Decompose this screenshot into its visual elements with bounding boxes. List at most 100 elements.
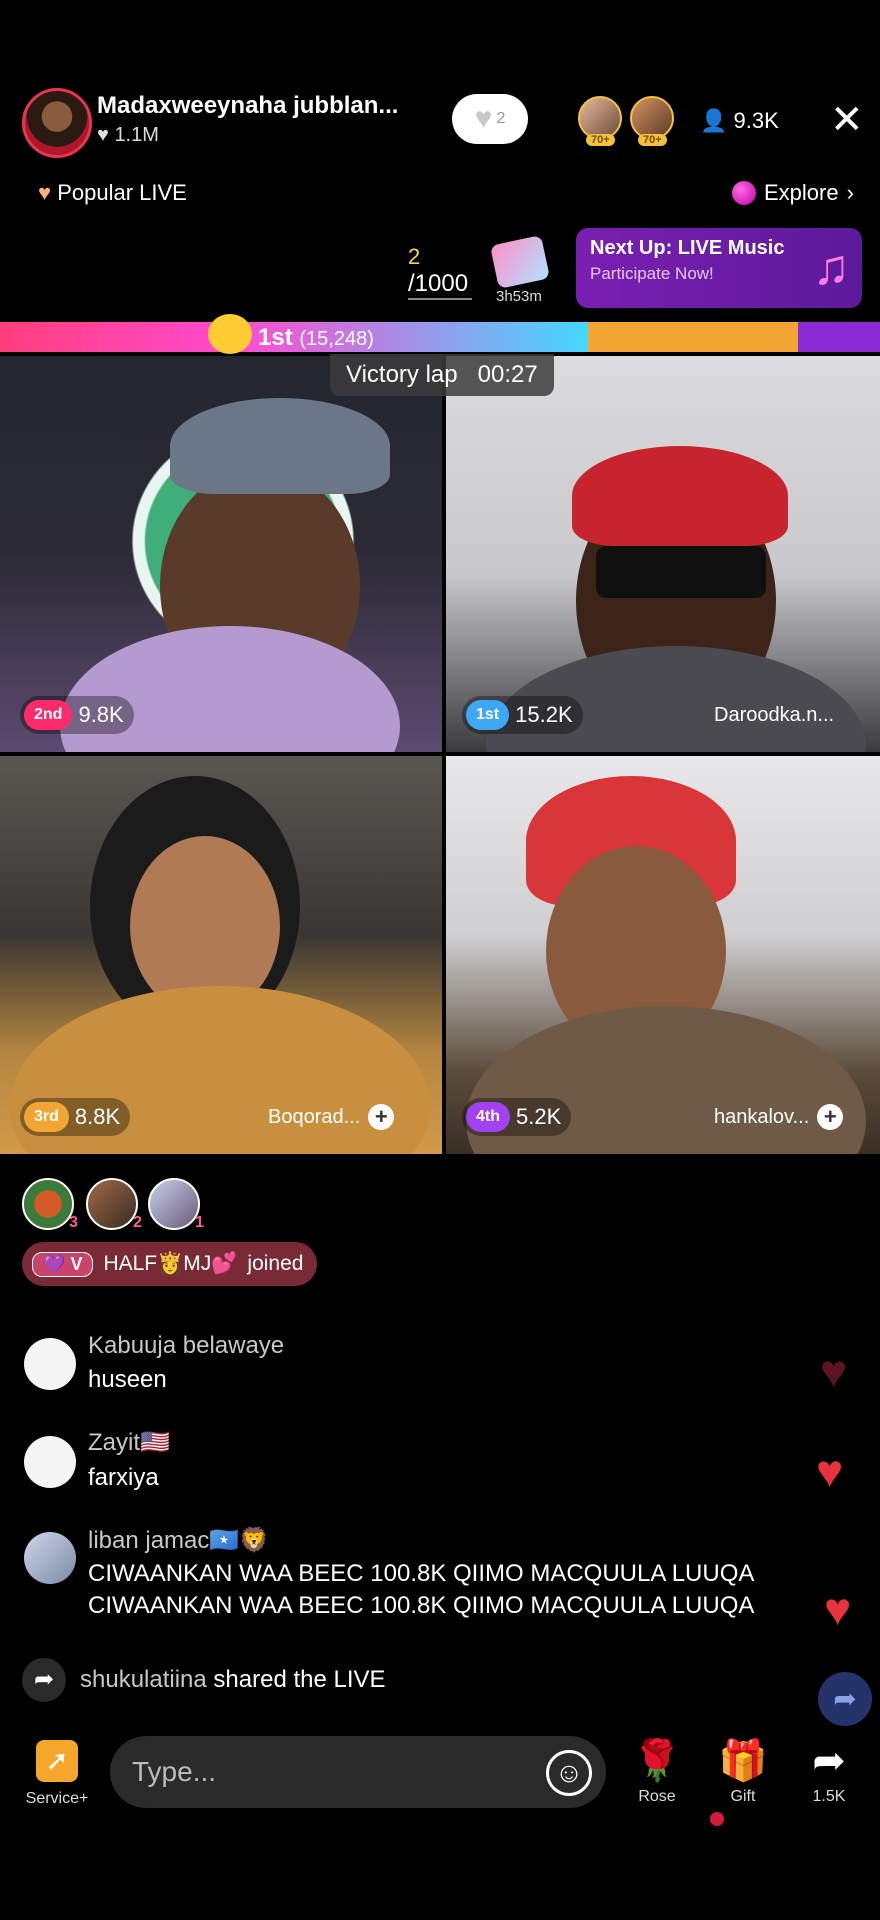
chat-message: huseen [88, 1366, 167, 1393]
gift-button[interactable]: 🎁 Gift [708, 1738, 778, 1806]
share-button[interactable]: ➦ 1.5K [794, 1738, 864, 1806]
heart-icon: ♥ [38, 180, 52, 205]
heart-icon: 💜 [43, 1253, 66, 1274]
rose-icon: 🌹 [632, 1739, 682, 1783]
top-gifter-avatar[interactable]: 1 [148, 1178, 204, 1231]
battle-bar-second [588, 322, 798, 352]
heart-icon: ♥ [820, 1345, 848, 1397]
comment-input[interactable] [110, 1736, 606, 1808]
gifter-rank: 1 [195, 1214, 204, 1231]
participant-name[interactable]: Daroodka.n... [714, 704, 834, 727]
person-icon: 👤 [700, 108, 728, 133]
joined-notification: 💜 V HALF👸MJ💕 joined [22, 1242, 318, 1286]
host-avatar[interactable] [22, 88, 92, 158]
service-button[interactable]: ➚ Service+ [22, 1740, 92, 1808]
victory-lap-time: 00:27 [477, 361, 538, 388]
rank-badge: 3rd [24, 1102, 69, 1132]
level-text: V [70, 1253, 83, 1274]
chat-message: CIWAANKAN WAA BEEC 100.8K QIIMO MACQUULA… [88, 1592, 755, 1619]
chevron-right-icon: › [846, 180, 854, 205]
participant-score: 2nd 9.8K [20, 696, 134, 734]
heart-icon: ♥ [824, 1583, 852, 1635]
chat-username[interactable]: liban jamac🇸🇴🦁 [88, 1526, 269, 1555]
score-value: 8.8K [74, 1104, 121, 1129]
follow-plus-icon[interactable]: + [817, 1104, 844, 1130]
rank-badge: 4th [466, 1102, 510, 1132]
treasure-box-icon[interactable] [489, 235, 551, 289]
participant-score: 4th 5.2K [462, 1098, 572, 1136]
participant-name-label: Daroodka.n... [714, 704, 835, 726]
top-viewer-avatar[interactable]: 70+ [578, 96, 622, 146]
viewer-level-badge: 70+ [586, 134, 615, 146]
host-name[interactable]: Madaxweeynaha jubblan... [97, 92, 398, 120]
score-value: 5.2K [516, 1104, 562, 1129]
battle-leader-label: 1st (15,248) [258, 324, 374, 352]
music-icon: ♫ [812, 239, 851, 295]
next-up-title: Next Up: LIVE Music [590, 237, 785, 259]
rose-button[interactable]: 🌹 Rose [622, 1738, 692, 1806]
rank-badge: 2nd [24, 700, 73, 730]
share-text: shared the LIVE [213, 1666, 386, 1693]
participant-name[interactable]: Boqorad... + [268, 1104, 395, 1130]
score-value: 15.2K [515, 702, 573, 727]
share-user[interactable]: shukulatiina [80, 1666, 207, 1693]
participant-video[interactable] [446, 356, 880, 752]
user-level-badge: 💜 V [32, 1251, 94, 1277]
follow-plus-icon[interactable]: + [368, 1104, 395, 1130]
explore-label: Explore [764, 180, 839, 205]
participant-video[interactable] [0, 756, 442, 1154]
popular-live-tab[interactable]: ♥ Popular LIVE [38, 180, 187, 206]
chat-message: farxiya [88, 1464, 159, 1491]
goal-current: 2 [408, 244, 421, 269]
top-gifter-avatar[interactable]: 2 [86, 1178, 142, 1231]
viewer-level-badge: 70+ [638, 134, 667, 146]
viewer-count[interactable]: 👤 9.3K [700, 108, 779, 134]
service-label: Service+ [25, 1790, 89, 1807]
notification-dot [710, 1812, 724, 1826]
top-gifter-avatar[interactable]: 3 [22, 1178, 78, 1231]
chat-username[interactable]: Kabuuja belawaye [88, 1332, 284, 1360]
share-icon: ➦ [22, 1658, 66, 1702]
chat-username[interactable]: Zayit🇺🇸 [88, 1428, 170, 1457]
chat-avatar[interactable] [24, 1532, 76, 1584]
heart-icon: ♥ [816, 1445, 844, 1497]
close-icon[interactable]: ✕ [830, 100, 864, 140]
share-icon[interactable]: ➦ [818, 1672, 872, 1726]
smile-icon[interactable]: ☺ [546, 1750, 592, 1796]
leader-emoji-icon [208, 314, 252, 354]
joined-text: joined [247, 1252, 304, 1275]
top-viewer-avatar[interactable]: 70+ [630, 96, 674, 146]
next-up-banner[interactable]: Next Up: LIVE Music Participate Now! ♫ [576, 228, 862, 308]
participant-video[interactable] [446, 756, 880, 1154]
host-likes: ♥ 1.1M [97, 124, 159, 147]
chat-avatar[interactable] [24, 1436, 76, 1488]
share-count: 1.5K [812, 1788, 846, 1805]
explore-tab[interactable]: Explore › [732, 180, 854, 206]
victory-lap-label: Victory lap [346, 361, 458, 388]
score-value: 9.8K [78, 702, 124, 727]
popular-live-label: Popular LIVE [57, 180, 187, 205]
participant-video[interactable] [0, 356, 442, 752]
participant-score: 3rd 8.8K [20, 1098, 131, 1136]
next-up-subtitle: Participate Now! [590, 264, 714, 283]
participant-score: 1st 15.2K [462, 696, 583, 734]
goal-timer: 3h53m [496, 288, 542, 305]
explore-icon [732, 181, 756, 205]
rose-label: Rose [638, 1788, 676, 1805]
follow-button[interactable]: ♥ 2 [452, 94, 528, 144]
participant-name-label: hankalov... [714, 1105, 810, 1128]
leader-score: (15,248) [299, 328, 374, 350]
host-likes-count: 1.1M [114, 124, 159, 146]
share-notification: ➦ shukulatiina shared the LIVE [22, 1658, 386, 1702]
gifter-rank: 2 [133, 1214, 142, 1231]
follow-count: 2 [496, 110, 506, 127]
battle-progress-bar [0, 322, 880, 352]
viewer-count-value: 9.3K [733, 108, 779, 133]
chat-avatar[interactable] [24, 1338, 76, 1390]
joined-user[interactable]: HALF👸MJ💕 [103, 1252, 237, 1276]
gift-icon: 🎁 [718, 1739, 768, 1783]
heart-icon: ♥ [97, 124, 109, 146]
leader-rank: 1st [258, 324, 293, 351]
share-icon: ➦ [812, 1739, 846, 1783]
participant-name[interactable]: hankalov... + [714, 1104, 844, 1130]
